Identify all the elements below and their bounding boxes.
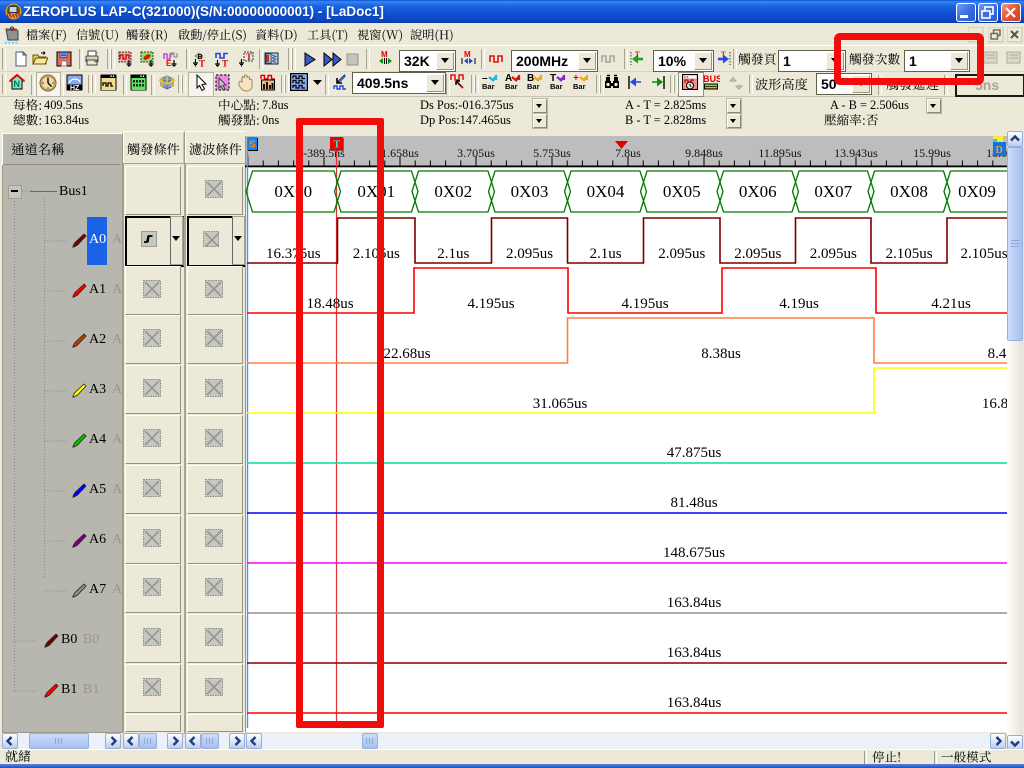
svg-text:M: M <box>464 50 471 59</box>
svg-text:M: M <box>381 50 388 59</box>
svg-text:9.848us: 9.848us <box>685 146 723 160</box>
svg-text:2.105us: 2.105us <box>885 246 932 262</box>
svg-text:31.065us: 31.065us <box>533 396 588 412</box>
svg-text:0X07: 0X07 <box>814 182 852 201</box>
svg-text:4.195us: 4.195us <box>621 296 668 312</box>
svg-text:81.48us: 81.48us <box>670 495 717 511</box>
svg-text:8.4: 8.4 <box>988 346 1007 362</box>
svg-text:47.875us: 47.875us <box>667 445 722 461</box>
svg-text:0X08: 0X08 <box>890 182 928 201</box>
svg-text:15.99us: 15.99us <box>913 146 951 160</box>
svg-text:13.943us: 13.943us <box>834 146 878 160</box>
svg-text:0X09: 0X09 <box>958 182 996 201</box>
svg-text:Bar: Bar <box>505 82 518 90</box>
svg-text:E: E <box>166 59 172 67</box>
svg-text:16.8: 16.8 <box>982 396 1008 412</box>
svg-text:D: D <box>996 145 1003 156</box>
svg-text:5.753us: 5.753us <box>533 146 571 160</box>
svg-text:Bar: Bar <box>527 82 540 90</box>
svg-text:N: N <box>14 79 21 89</box>
svg-text:4.19us: 4.19us <box>779 296 819 312</box>
svg-text:0X06: 0X06 <box>739 182 777 201</box>
svg-text:T: T <box>721 51 726 59</box>
svg-text:0X03: 0X03 <box>511 182 549 201</box>
svg-text:Bar: Bar <box>573 82 586 90</box>
svg-text:163.84us: 163.84us <box>667 595 722 611</box>
svg-text:4.21us: 4.21us <box>931 296 971 312</box>
svg-text:163.84us: 163.84us <box>667 645 722 661</box>
svg-text:2.095us: 2.095us <box>506 246 553 262</box>
svg-text:T: T <box>199 59 205 68</box>
svg-text:2.1us: 2.1us <box>437 246 469 262</box>
svg-text:2.095us: 2.095us <box>810 246 857 262</box>
svg-text:0X05: 0X05 <box>663 182 701 201</box>
svg-text:22.68us: 22.68us <box>383 346 430 362</box>
svg-text:8.38us: 8.38us <box>701 346 741 362</box>
svg-text:2.095us: 2.095us <box>734 246 781 262</box>
svg-text:4.195us: 4.195us <box>467 296 514 312</box>
svg-text:7.8us: 7.8us <box>615 146 641 160</box>
svg-text:S: S <box>249 140 256 151</box>
svg-text:2.095us: 2.095us <box>658 246 705 262</box>
svg-text:1.658us: 1.658us <box>381 146 419 160</box>
svg-text:T: T <box>246 52 252 62</box>
svg-text:HZ: HZ <box>70 85 80 91</box>
svg-text:163.84us: 163.84us <box>667 695 722 711</box>
svg-text:2.1us: 2.1us <box>589 246 621 262</box>
svg-text:Bar: Bar <box>550 82 563 90</box>
svg-text:2.105us: 2.105us <box>960 246 1007 262</box>
svg-text:Bar: Bar <box>482 82 495 90</box>
svg-text:0X02: 0X02 <box>434 182 472 201</box>
svg-text:0X04: 0X04 <box>587 182 625 201</box>
svg-text:3.705us: 3.705us <box>457 146 495 160</box>
svg-text:T: T <box>222 59 228 68</box>
svg-text:148.675us: 148.675us <box>663 545 725 561</box>
svg-text:T: T <box>635 51 640 59</box>
svg-text:11.895us: 11.895us <box>758 146 802 160</box>
svg-text:BUS: BUS <box>703 74 720 84</box>
